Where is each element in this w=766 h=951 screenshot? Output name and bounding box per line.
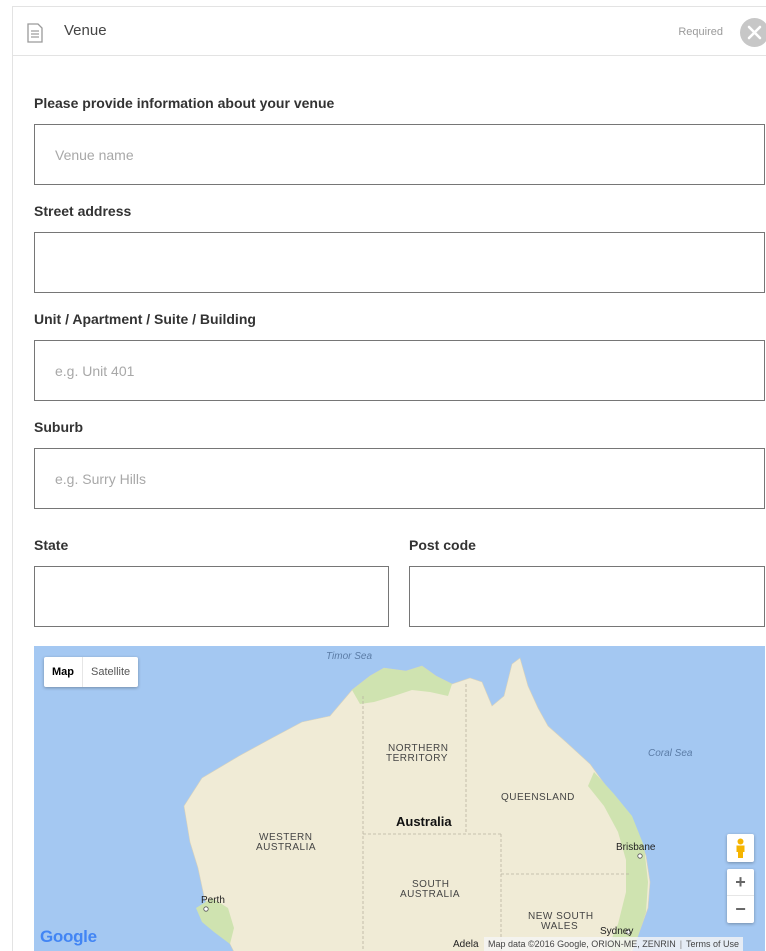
brisbane-marker xyxy=(637,853,643,859)
map-label-coral-sea: Coral Sea xyxy=(648,748,693,759)
venue-label: Please provide information about your ve… xyxy=(34,95,335,111)
close-icon xyxy=(747,25,762,40)
map-data-credit: Map data ©2016 Google, ORION-ME, ZENRIN xyxy=(488,939,676,949)
street-address-label: Street address xyxy=(34,203,132,219)
postcode-input[interactable] xyxy=(409,566,765,627)
map-label-queensland: QUEENSLAND xyxy=(501,792,575,803)
map-label-south-australia: AUSTRALIA xyxy=(400,889,461,900)
zoom-out-button[interactable]: − xyxy=(727,896,754,923)
map-attribution: Map data ©2016 Google, ORION-ME, ZENRIN |… xyxy=(484,937,744,951)
map-label-sydney: Sydney xyxy=(600,926,634,937)
google-logo[interactable]: Google xyxy=(40,927,97,947)
postcode-label: Post code xyxy=(409,537,476,553)
unit-input[interactable] xyxy=(34,340,765,401)
document-icon xyxy=(27,23,43,43)
unit-label: Unit / Apartment / Suite / Building xyxy=(34,311,256,327)
venue-name-input[interactable] xyxy=(34,124,765,185)
venue-panel: Venue Required Please provide informatio… xyxy=(12,6,766,951)
map-label-brisbane: Brisbane xyxy=(616,842,656,853)
map-label-australia: Australia xyxy=(396,814,452,829)
map-widget[interactable]: Timor Sea Coral Sea NORTHERN TERRITORY Q… xyxy=(34,646,765,951)
perth-marker xyxy=(203,906,209,912)
map-label-northern-territory: TERRITORY xyxy=(386,753,448,764)
zoom-control: + − xyxy=(727,869,754,923)
map-label-adelaide: Adela xyxy=(453,939,479,950)
map-type-satellite-button[interactable]: Satellite xyxy=(82,657,138,687)
terms-of-use-link[interactable]: Terms of Use xyxy=(686,939,739,949)
street-view-button[interactable] xyxy=(727,834,754,862)
zoom-in-button[interactable]: + xyxy=(727,869,754,896)
panel-header: Venue Required xyxy=(13,7,766,56)
pegman-icon xyxy=(736,838,745,858)
map-canvas[interactable] xyxy=(34,646,765,951)
map-label-perth: Perth xyxy=(201,895,225,906)
suburb-input[interactable] xyxy=(34,448,765,509)
state-label: State xyxy=(34,537,69,553)
required-indicator: Required xyxy=(678,26,723,38)
street-address-input[interactable] xyxy=(34,232,765,293)
map-type-map-button[interactable]: Map xyxy=(44,657,82,687)
map-label-timor-sea: Timor Sea xyxy=(326,651,373,662)
map-label-western-australia: AUSTRALIA xyxy=(256,842,317,853)
suburb-label: Suburb xyxy=(34,419,83,435)
panel-title: Venue xyxy=(64,22,107,39)
map-label-new-south-wales: WALES xyxy=(541,921,579,932)
close-button[interactable] xyxy=(740,18,766,47)
map-type-control: Map Satellite xyxy=(44,657,139,687)
state-input[interactable] xyxy=(34,566,389,627)
